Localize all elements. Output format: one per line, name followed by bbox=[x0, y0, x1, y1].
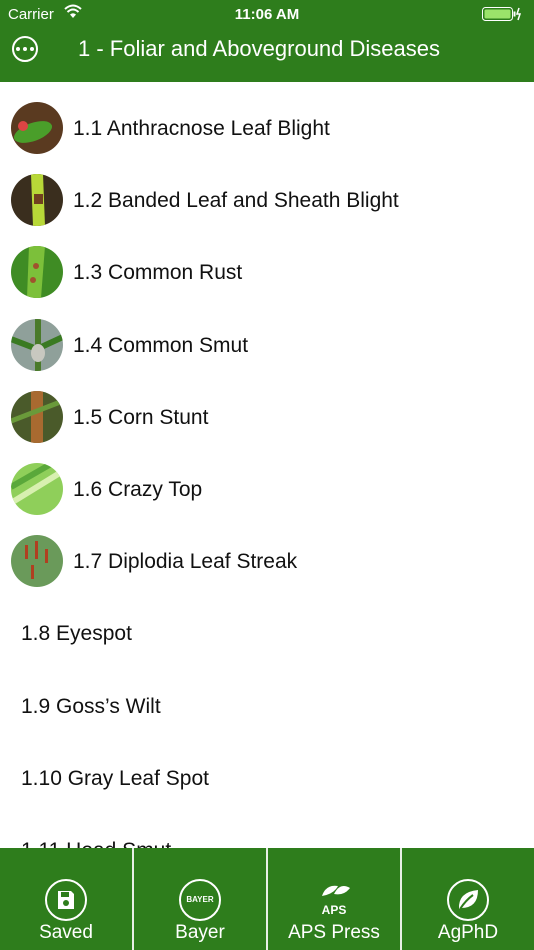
svg-text:BAYER: BAYER bbox=[186, 895, 213, 904]
item-label: 1.11 Head Smut bbox=[21, 839, 171, 848]
nav-bar: 1 - Foliar and Aboveground Diseases bbox=[0, 28, 534, 82]
tab-saved[interactable]: Saved bbox=[0, 848, 132, 950]
item-label: 1.10 Gray Leaf Spot bbox=[21, 766, 209, 790]
page-title: 1 - Foliar and Aboveground Diseases bbox=[78, 36, 440, 61]
thumbnail-image bbox=[11, 174, 63, 227]
thumbnail-image bbox=[11, 390, 63, 443]
item-label: 1.3 Common Rust bbox=[73, 261, 243, 285]
list-item[interactable]: 1.7 Diplodia Leaf Streak bbox=[0, 515, 534, 588]
app-header: Carrier 11:06 AM 1 - Foliar and Abovegro… bbox=[0, 0, 534, 82]
list-item[interactable]: 1.6 Crazy Top bbox=[0, 443, 534, 515]
list-item[interactable]: 1.8 Eyespot bbox=[0, 587, 534, 659]
list-item[interactable]: 1.9 Goss’s Wilt bbox=[0, 660, 534, 732]
more-icon[interactable] bbox=[12, 36, 38, 62]
tab-aps-press[interactable]: APS APS Press bbox=[266, 848, 400, 950]
save-icon bbox=[45, 879, 87, 921]
tab-label: APS Press bbox=[288, 922, 380, 943]
list-item[interactable]: 1.10 Gray Leaf Spot bbox=[0, 732, 534, 804]
item-label: 1.1 Anthracnose Leaf Blight bbox=[73, 117, 330, 140]
disease-list[interactable]: 1.1 Anthracnose Leaf Blight 1.2 Banded L… bbox=[0, 82, 534, 848]
item-label: 1.9 Goss’s Wilt bbox=[21, 694, 161, 718]
battery-icon bbox=[482, 7, 522, 21]
item-label: 1.7 Diplodia Leaf Streak bbox=[73, 550, 298, 574]
list-item[interactable]: 1.1 Anthracnose Leaf Blight bbox=[0, 82, 534, 154]
status-time: 11:06 AM bbox=[234, 6, 300, 23]
item-label: 1.6 Crazy Top bbox=[73, 477, 203, 501]
list-item[interactable]: 1.11 Head Smut bbox=[0, 804, 534, 848]
bayer-logo-icon: BAYER bbox=[179, 879, 221, 921]
list-item[interactable]: 1.4 Common Smut bbox=[0, 299, 534, 371]
tab-bar: Saved BAYER Bayer APS APS Press AgPhD bbox=[0, 848, 534, 950]
thumbnail-image bbox=[11, 102, 63, 154]
status-bar: Carrier 11:06 AM bbox=[0, 0, 534, 28]
item-label: 1.5 Corn Stunt bbox=[73, 405, 209, 429]
thumbnail-image bbox=[11, 318, 63, 371]
aps-logo-icon: APS bbox=[322, 885, 350, 917]
thumbnail-image bbox=[11, 462, 63, 515]
thumbnail-image bbox=[11, 246, 63, 299]
tab-label: Saved bbox=[39, 922, 93, 943]
tab-label: Bayer bbox=[175, 922, 225, 943]
leaf-icon bbox=[447, 879, 489, 921]
item-label: 1.4 Common Smut bbox=[73, 333, 249, 357]
item-label: 1.2 Banded Leaf and Sheath Blight bbox=[73, 189, 399, 213]
tab-agphd[interactable]: AgPhD bbox=[400, 848, 534, 950]
thumbnail-image bbox=[11, 535, 63, 588]
svg-text:APS: APS bbox=[322, 903, 347, 917]
list-item[interactable]: 1.5 Corn Stunt bbox=[0, 371, 534, 443]
item-label: 1.8 Eyespot bbox=[21, 622, 132, 646]
tab-bayer[interactable]: BAYER Bayer bbox=[132, 848, 266, 950]
list-item[interactable]: 1.3 Common Rust bbox=[0, 226, 534, 299]
tab-label: AgPhD bbox=[437, 922, 499, 943]
list-item[interactable]: 1.2 Banded Leaf and Sheath Blight bbox=[0, 154, 534, 227]
